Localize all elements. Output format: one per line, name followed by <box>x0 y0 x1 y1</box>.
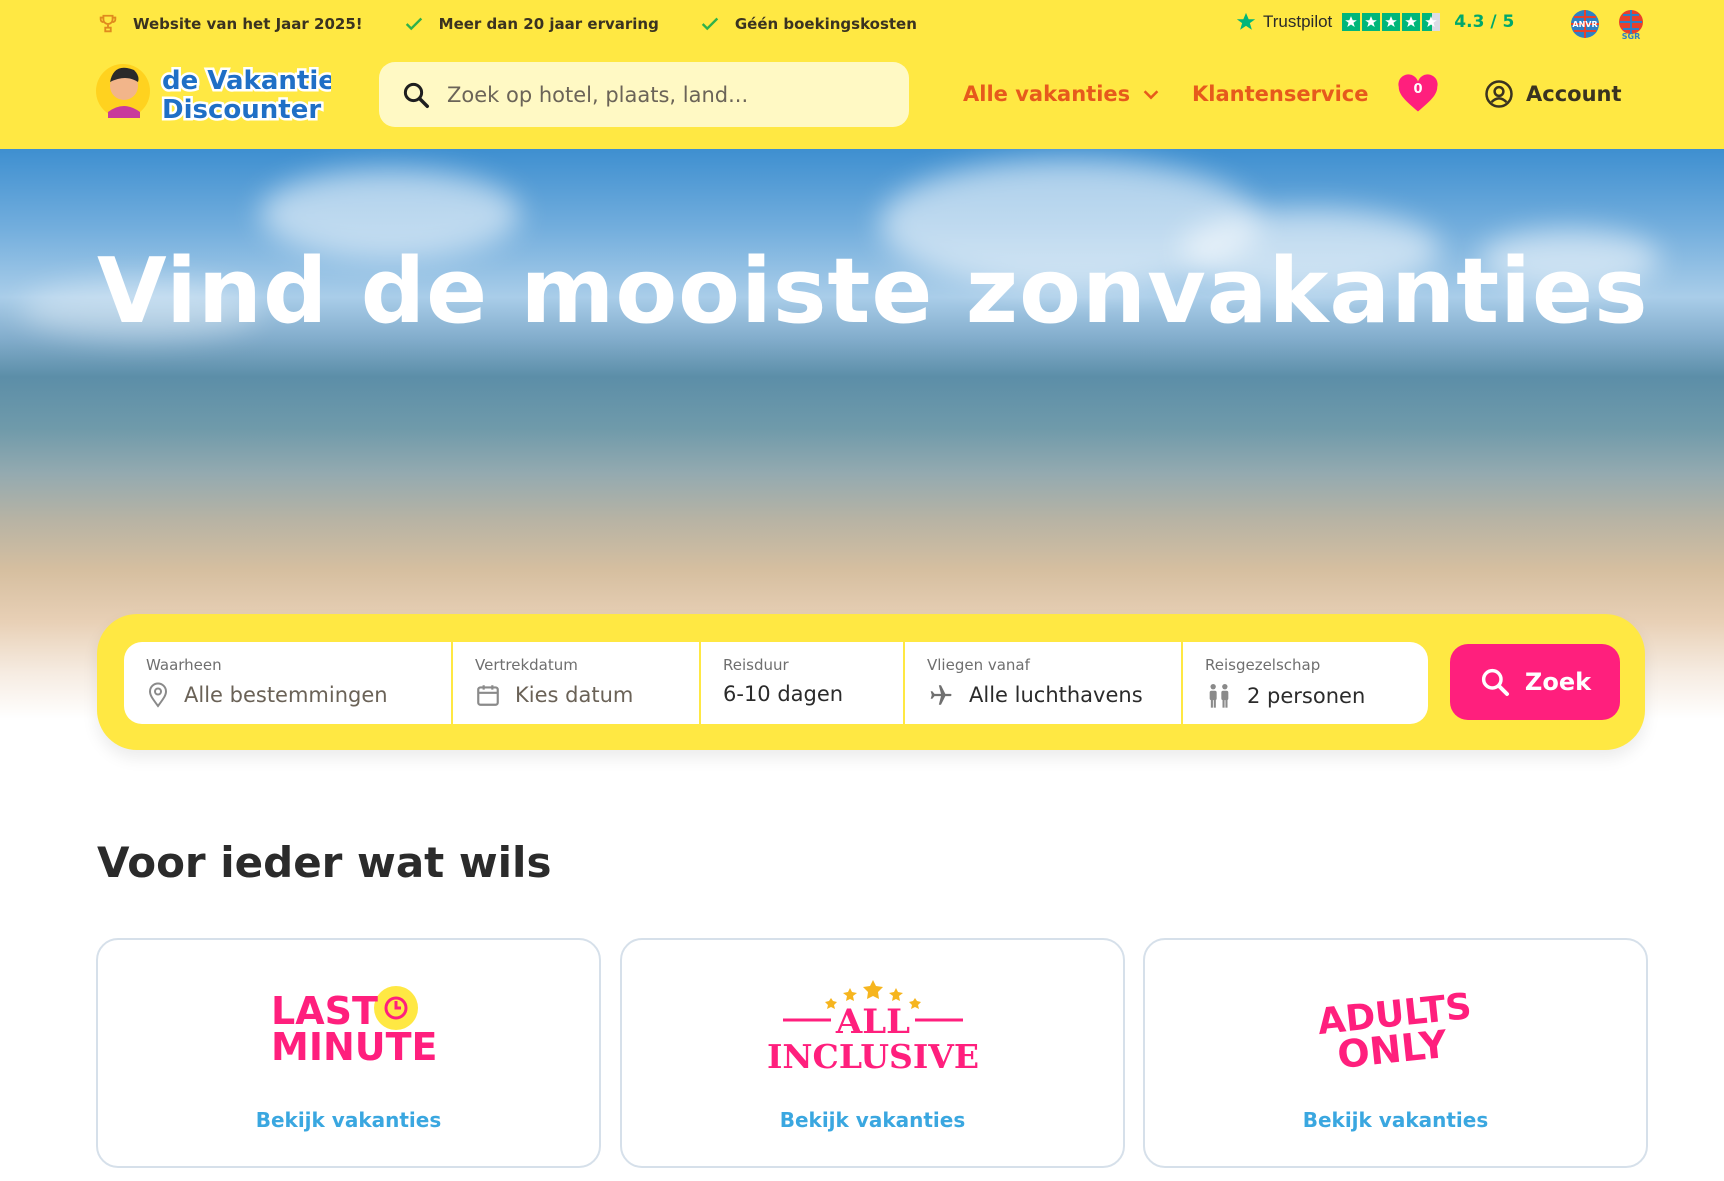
calendar-icon <box>477 685 499 706</box>
field-label: Reisduur <box>723 656 789 674</box>
logo-line2: MINUTE <box>271 1025 438 1069</box>
location-pin-icon <box>148 682 168 708</box>
search-icon <box>403 82 429 108</box>
favorites-count: 0 <box>1413 82 1423 97</box>
usp-bar: Website van het Jaar 2025! Meer dan 20 j… <box>97 10 917 38</box>
star-icon <box>1382 13 1401 31</box>
field-label: Waarheen <box>146 656 222 674</box>
usp-item: Website van het Jaar 2025! <box>97 13 363 35</box>
anvr-logo-icon[interactable]: ANVR <box>1568 8 1602 40</box>
last-minute-logo: LAST MINUTE <box>98 978 599 1078</box>
field-value: Alle bestemmingen <box>184 683 388 707</box>
category-card-adults-only[interactable]: ADULTS ONLY Bekijk vakanties <box>1143 938 1648 1168</box>
logo-line2: INCLUSIVE <box>766 1037 978 1076</box>
all-inclusive-logo: ALL INCLUSIVE <box>622 978 1123 1078</box>
logo-line2: Discounter <box>162 95 321 125</box>
site-logo[interactable]: de Vakantie Discounter <box>96 56 338 128</box>
field-label: Reisgezelschap <box>1205 656 1321 674</box>
view-holidays-link[interactable]: Bekijk vakanties <box>1145 1108 1646 1132</box>
usp-item: Géén boekingskosten <box>699 13 917 35</box>
departure-date-field[interactable]: Vertrekdatum Kies datum <box>453 642 699 724</box>
site-search-input[interactable]: Zoek op hotel, plaats, land... <box>379 62 909 127</box>
search-submit-button[interactable]: Zoek <box>1450 644 1620 720</box>
check-icon <box>701 17 719 31</box>
usp-text: Meer dan 20 jaar ervaring <box>438 15 659 33</box>
hero-title: Vind de mooiste zonvakanties <box>97 239 1649 344</box>
logo-line1: ALL <box>834 1002 909 1042</box>
view-holidays-link[interactable]: Bekijk vakanties <box>622 1108 1123 1132</box>
usp-text: Géén boekingskosten <box>734 15 917 33</box>
field-value: Kies datum <box>515 683 634 707</box>
svg-text:ANVR: ANVR <box>1572 20 1597 29</box>
site-header: Website van het Jaar 2025! Meer dan 20 j… <box>0 0 1724 149</box>
user-icon <box>1485 80 1513 108</box>
sgr-logo-icon[interactable]: SGR <box>1614 8 1648 40</box>
certification-badges: ANVR SGR <box>1568 8 1648 40</box>
trustpilot-star-icon <box>1236 12 1256 30</box>
star-icon <box>1362 13 1381 31</box>
section-title: Voor ieder wat wils <box>97 838 552 887</box>
search-icon <box>1481 668 1509 696</box>
departure-airport-field[interactable]: Vliegen vanaf Alle luchthavens <box>905 642 1181 724</box>
usp-item: Meer dan 20 jaar ervaring <box>403 13 659 35</box>
account-label: Account <box>1526 82 1622 106</box>
adults-only-logo: ADULTS ONLY <box>1145 978 1646 1078</box>
star-icon <box>1342 13 1361 31</box>
chevron-down-icon <box>1143 90 1159 100</box>
favorites-button[interactable]: 0 <box>1397 74 1439 114</box>
field-value: 6-10 dagen <box>723 682 844 706</box>
svg-text:SGR: SGR <box>1622 32 1641 40</box>
field-label: Vliegen vanaf <box>927 656 1030 674</box>
usp-text: Website van het Jaar 2025! <box>133 15 363 33</box>
field-value: Alle luchthavens <box>969 683 1143 707</box>
view-holidays-link[interactable]: Bekijk vakanties <box>98 1108 599 1132</box>
category-card-last-minute[interactable]: LAST MINUTE Bekijk vakanties <box>96 938 601 1168</box>
trustpilot-name: Trustpilot <box>1263 12 1333 31</box>
check-icon <box>405 17 422 31</box>
half-star-icon <box>1422 13 1441 31</box>
nav-all-holidays[interactable]: Alle vakanties <box>963 72 1162 116</box>
trustpilot-score: 4.3 / 5 <box>1454 12 1515 32</box>
airplane-icon <box>930 685 952 705</box>
field-label: Vertrekdatum <box>475 656 578 674</box>
trophy-icon <box>99 14 117 33</box>
nav-all-holidays-label: Alle vakanties <box>963 82 1131 106</box>
trustpilot-widget[interactable]: Trustpilot 4.3 / 5 <box>1235 8 1514 36</box>
people-icon <box>1209 683 1229 708</box>
nav-customer-service-label: Klantenservice <box>1192 82 1369 106</box>
logo-line1: de Vakantie <box>162 66 331 96</box>
search-placeholder: Zoek op hotel, plaats, land... <box>447 82 749 107</box>
nav-customer-service[interactable]: Klantenservice <box>1192 72 1369 116</box>
search-submit-label: Zoek <box>1524 668 1592 696</box>
holiday-search-panel: Waarheen Alle bestemmingen Vertrekdatum … <box>97 614 1645 750</box>
star-icon <box>1402 13 1421 31</box>
trustpilot-stars <box>1342 13 1441 31</box>
field-value: 2 personen <box>1247 684 1366 708</box>
destination-field[interactable]: Waarheen Alle bestemmingen <box>124 642 451 724</box>
travel-party-field[interactable]: Reisgezelschap 2 personen <box>1183 642 1428 724</box>
account-button[interactable]: Account <box>1484 74 1622 114</box>
category-card-all-inclusive[interactable]: ALL INCLUSIVE Bekijk vakanties <box>620 938 1125 1168</box>
duration-field[interactable]: Reisduur 6-10 dagen <box>701 642 903 724</box>
